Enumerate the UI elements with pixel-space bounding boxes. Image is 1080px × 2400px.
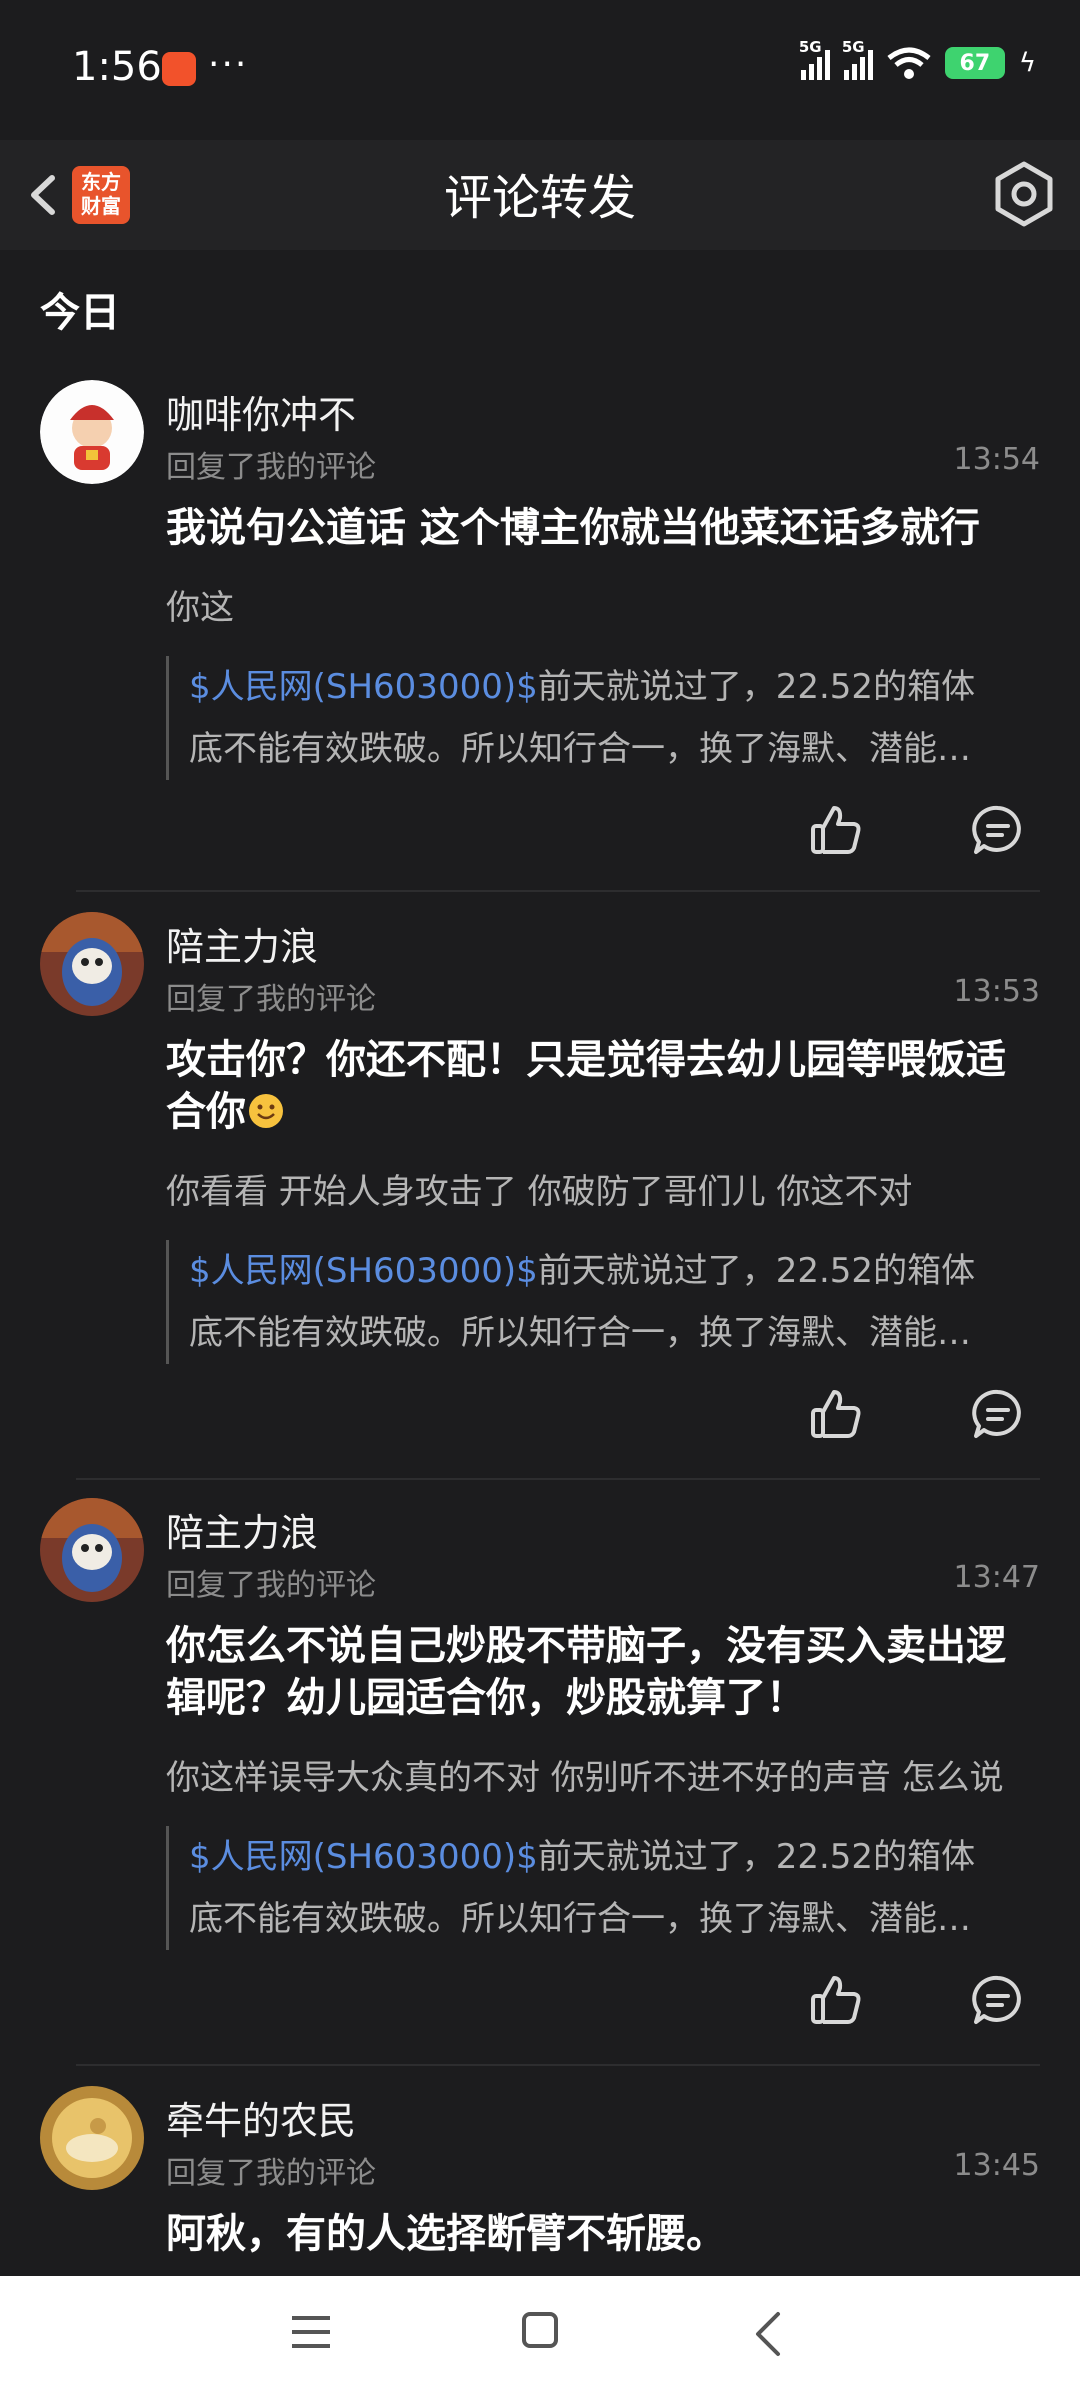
avatar[interactable] <box>40 380 144 484</box>
comment-icon[interactable] <box>970 1972 1026 2028</box>
home-icon[interactable] <box>522 2312 558 2348</box>
action-text: 回复了我的评论 <box>166 982 376 1017</box>
status-icons: 5G 5G 67 ϟ <box>799 38 1036 80</box>
comment-icon[interactable] <box>970 1386 1026 1442</box>
reply-text[interactable]: 我说句公道话 这个博主你就当他菜还话多就行 <box>166 502 1046 554</box>
divider <box>76 1478 1040 1480</box>
divider <box>76 890 1040 892</box>
timestamp: 13:45 <box>953 2148 1040 2183</box>
reply-text[interactable]: 你怎么不说自己炒股不带脑子，没有买入卖出逻辑呢？幼儿园适合你，炒股就算了！ <box>166 1620 1026 1724</box>
avatar[interactable] <box>40 1498 144 1602</box>
nav-back-icon[interactable] <box>752 2310 784 2358</box>
wifi-icon <box>887 47 931 79</box>
quoted-post[interactable]: $人民网(SH603000)$前天就说过了，22.52的箱体 底不能有效跌破。所… <box>166 656 1040 780</box>
status-time: 1:56 <box>72 44 162 90</box>
username[interactable]: 陪主力浪 <box>166 916 318 971</box>
my-comment-text[interactable]: 你这 <box>166 580 1040 629</box>
action-text: 回复了我的评论 <box>166 2156 376 2191</box>
quoted-post[interactable]: $人民网(SH603000)$前天就说过了，22.52的箱体 底不能有效跌破。所… <box>166 1826 1040 1950</box>
timestamp: 13:54 <box>953 442 1040 477</box>
page-title: 评论转发 <box>443 170 636 226</box>
reply-text[interactable]: 阿秋，有的人选择断臂不斩腰。 <box>166 2208 1046 2260</box>
section-heading-today: 今日 <box>40 290 120 336</box>
quote-text-line: 底不能有效跌破。所以知行合一，换了海默、潜能… <box>189 1899 971 1939</box>
top-app-bar: 东方财富 评论转发 <box>0 140 1080 250</box>
thumbs-up-icon[interactable] <box>808 802 864 858</box>
smile-emoji-icon <box>249 1094 283 1128</box>
quote-text-line: 底不能有效跌破。所以知行合一，换了海默、潜能… <box>189 729 971 769</box>
stock-tag-link[interactable]: $人民网(SH603000)$ <box>189 1837 538 1877</box>
quoted-post[interactable]: $人民网(SH603000)$前天就说过了，22.52的箱体 底不能有效跌破。所… <box>166 1240 1040 1364</box>
signal-icon: 5G <box>799 38 830 80</box>
action-text: 回复了我的评论 <box>166 450 376 485</box>
my-comment-text[interactable]: 你这样误导大众真的不对 你别听不进不好的声音 怎么说 <box>166 1750 1040 1799</box>
recent-apps-icon[interactable] <box>290 2312 332 2352</box>
quote-text-line: 底不能有效跌破。所以知行合一，换了海默、潜能… <box>189 1313 971 1353</box>
username[interactable]: 咖啡你冲不 <box>166 384 356 439</box>
my-comment-text[interactable]: 你看看 开始人身攻击了 你破防了哥们儿 你这不对 <box>166 1164 1040 1213</box>
quote-text-line: 前天就说过了，22.52的箱体 <box>537 667 976 707</box>
action-text: 回复了我的评论 <box>166 1568 376 1603</box>
divider <box>76 2064 1040 2066</box>
quote-text-line: 前天就说过了，22.52的箱体 <box>537 1251 976 1291</box>
avatar[interactable] <box>40 912 144 1016</box>
avatar[interactable] <box>40 2086 144 2190</box>
timestamp: 13:53 <box>953 974 1040 1009</box>
username[interactable]: 陪主力浪 <box>166 1502 318 1557</box>
more-notifications-icon: ··· <box>208 44 249 85</box>
comment-icon[interactable] <box>970 802 1026 858</box>
thumbs-up-icon[interactable] <box>808 1972 864 2028</box>
stock-tag-link[interactable]: $人民网(SH603000)$ <box>189 667 538 707</box>
thumbs-up-icon[interactable] <box>808 1386 864 1442</box>
signal-icon-2: 5G <box>842 38 873 80</box>
stock-tag-link[interactable]: $人民网(SH603000)$ <box>189 1251 538 1291</box>
reply-text[interactable]: 攻击你？你还不配！只是觉得去幼儿园等喂饭适合你 <box>166 1034 1026 1138</box>
gear-icon[interactable] <box>986 156 1062 232</box>
timestamp: 13:47 <box>953 1560 1040 1595</box>
system-navigation-bar <box>0 2276 1080 2400</box>
username[interactable]: 牵牛的农民 <box>166 2090 356 2145</box>
charging-icon: ϟ <box>1018 48 1036 78</box>
app-notification-icon <box>162 52 196 86</box>
battery-icon: 67 <box>944 47 1005 79</box>
quote-text-line: 前天就说过了，22.52的箱体 <box>537 1837 976 1877</box>
status-bar: 1:56 ··· 5G 5G 67 ϟ <box>0 0 1080 140</box>
